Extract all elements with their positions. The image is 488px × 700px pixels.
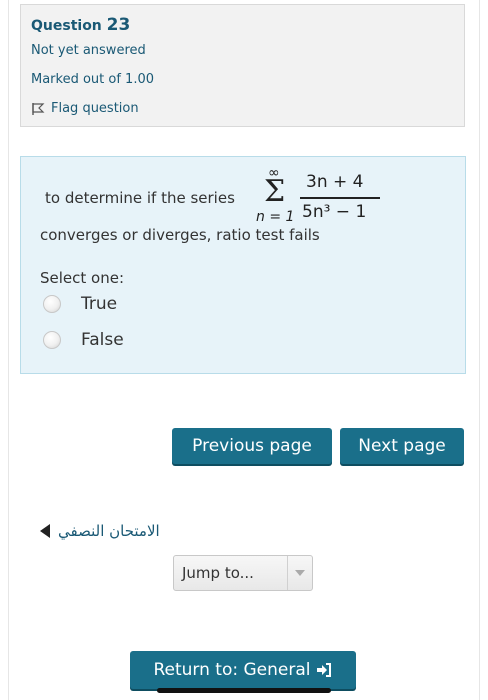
formula-numerator: 3n + 4 [306, 172, 364, 192]
flag-icon [32, 102, 45, 115]
question-info-panel: Question 23 Not yet answered Marked out … [20, 4, 465, 127]
select-one-label: Select one: [40, 269, 125, 287]
option-false[interactable]: False [43, 330, 124, 350]
return-label: Return to: General [153, 660, 311, 680]
option-true-label: True [81, 294, 118, 314]
question-text-start: to determine if the series [45, 189, 235, 207]
jump-to-label: Jump to... [182, 564, 254, 582]
formula-denominator: 5n³ − 1 [302, 202, 367, 222]
back-to-quiz-link[interactable]: الامتحان النصفي [40, 522, 160, 540]
question-number: 23 [106, 15, 131, 35]
option-false-label: False [81, 330, 124, 350]
flag-question-label: Flag question [51, 101, 139, 116]
jump-to-select[interactable]: Jump to... [173, 555, 313, 591]
series-formula: ∞ Σ n = 1 3n + 4 5n³ − 1 [256, 163, 386, 227]
question-title: Question 23 [31, 15, 130, 35]
chevron-down-icon [287, 556, 312, 590]
sign-in-icon [316, 663, 331, 677]
next-page-button[interactable]: Next page [340, 428, 464, 464]
question-status: Not yet answered [31, 43, 146, 58]
formula-sigma: Σ [264, 174, 286, 209]
return-to-general-button[interactable]: Return to: General [130, 651, 356, 689]
flag-question-link[interactable]: Flag question [31, 101, 139, 116]
previous-page-button[interactable]: Previous page [172, 428, 332, 464]
question-marks: Marked out of 1.00 [31, 72, 155, 87]
home-indicator [157, 688, 331, 693]
radio-true[interactable] [43, 295, 61, 313]
formula-fraction-bar [300, 197, 380, 199]
radio-false[interactable] [43, 331, 61, 349]
option-true[interactable]: True [43, 294, 117, 314]
question-label: Question [31, 18, 102, 34]
left-triangle-icon [40, 524, 50, 538]
formula-lower-limit: n = 1 [256, 209, 295, 225]
question-content-panel: to determine if the series ∞ Σ n = 1 3n … [20, 156, 466, 374]
back-to-quiz-label: الامتحان النصفي [58, 522, 160, 540]
question-text-end: converges or diverges, ratio test fails [40, 226, 320, 244]
